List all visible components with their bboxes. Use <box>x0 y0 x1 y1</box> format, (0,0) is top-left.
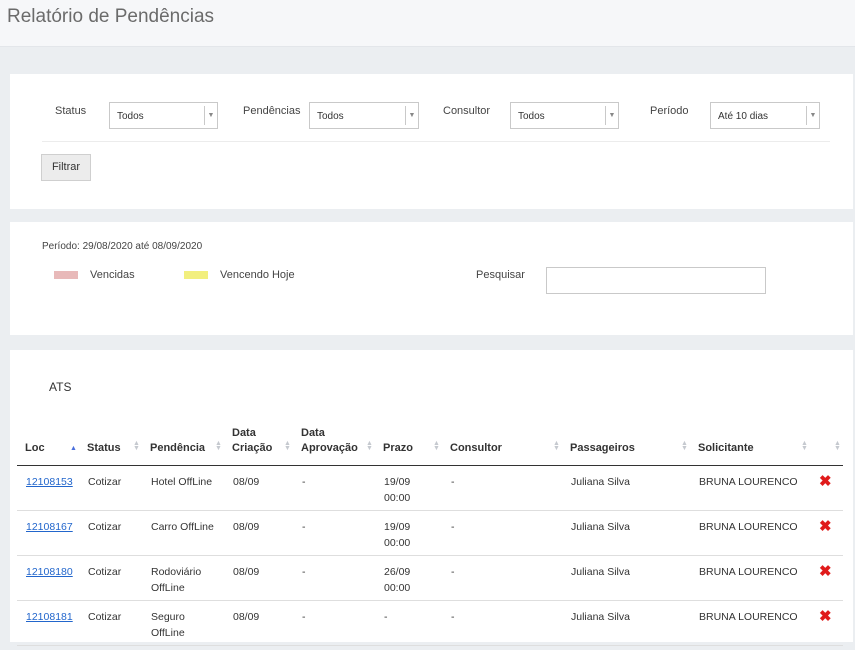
loc-link[interactable]: 12108181 <box>26 611 73 623</box>
column-header-actions[interactable]: ▲ ▼ <box>810 423 843 466</box>
cell-data-criacao: 08/09 <box>224 510 293 556</box>
cell-status: Cotizar <box>79 555 142 601</box>
pendencias-filter-value: Todos <box>317 111 344 122</box>
close-icon[interactable]: ✖ <box>819 564 832 579</box>
search-input[interactable] <box>546 267 766 294</box>
cell-pendencia: Hotel OffLine <box>142 465 224 511</box>
sort-icon: ▲ ▼ <box>366 439 373 452</box>
cell-data-criacao: 08/09 <box>224 465 293 511</box>
consultor-filter-value: Todos <box>518 111 545 122</box>
table-row: 12108167 Cotizar Carro OffLine 08/09 - 1… <box>17 510 843 556</box>
results-table: Loc ▲ Status ▲ ▼ Pendência ▲ ▼ Data Criação ▲ ▼… <box>17 423 843 646</box>
cell-prazo: 19/09 00:00 <box>375 510 442 556</box>
loc-link[interactable]: 12108180 <box>26 566 73 578</box>
table-header-row: Loc ▲ Status ▲ ▼ Pendência ▲ ▼ Data Criação ▲ ▼… <box>17 423 843 466</box>
page-title: Relatório de Pendências <box>7 6 215 27</box>
column-header-data-aprovacao[interactable]: Data Aprovação ▲ ▼ <box>293 423 375 466</box>
column-header-solicitante[interactable]: Solicitante ▲ ▼ <box>690 423 810 466</box>
table-row: 12108180 Cotizar Rodoviário OffLine 08/0… <box>17 555 843 601</box>
legend-swatch-vencidas <box>54 271 78 279</box>
cell-data-aprovacao: - <box>293 555 375 601</box>
cell-status: Cotizar <box>79 600 142 646</box>
group-title: ATS <box>49 380 72 394</box>
loc-link[interactable]: 12108167 <box>26 521 73 533</box>
cell-prazo: 19/09 00:00 <box>375 465 442 511</box>
periodo-filter-value: Até 10 dias <box>718 111 769 122</box>
close-icon[interactable]: ✖ <box>819 519 832 534</box>
cell-consultor: - <box>442 555 562 601</box>
pendencias-filter-select[interactable]: Todos ▼ <box>309 102 419 129</box>
status-filter-value: Todos <box>117 111 144 122</box>
cell-passageiros: Juliana Silva <box>562 510 690 556</box>
chevron-down-icon: ▼ <box>806 106 819 125</box>
status-filter-select[interactable]: Todos ▼ <box>109 102 218 129</box>
periodo-filter-label: Período <box>650 105 689 117</box>
column-header-consultor[interactable]: Consultor ▲ ▼ <box>442 423 562 466</box>
chevron-down-icon: ▼ <box>405 106 418 125</box>
cell-solicitante: BRUNA LOURENCO <box>690 555 810 601</box>
cell-passageiros: Juliana Silva <box>562 600 690 646</box>
pendencias-filter-label: Pendências <box>243 105 301 117</box>
cell-solicitante: BRUNA LOURENCO <box>690 465 810 511</box>
cell-status: Cotizar <box>79 465 142 511</box>
consultor-filter-label: Consultor <box>443 105 491 117</box>
cell-prazo: 26/09 00:00 <box>375 555 442 601</box>
cell-pendencia: Carro OffLine <box>142 510 224 556</box>
chevron-down-icon: ▼ <box>605 106 618 125</box>
cell-consultor: - <box>442 600 562 646</box>
cell-passageiros: Juliana Silva <box>562 555 690 601</box>
cell-data-aprovacao: - <box>293 510 375 556</box>
cell-pendencia: Rodoviário OffLine <box>142 555 224 601</box>
legend-label-vencendo-hoje: Vencendo Hoje <box>220 269 295 281</box>
cell-data-aprovacao: - <box>293 600 375 646</box>
column-header-loc[interactable]: Loc ▲ <box>17 423 79 466</box>
close-icon[interactable]: ✖ <box>819 609 832 624</box>
sort-icon: ▲ ▼ <box>433 439 440 452</box>
close-icon[interactable]: ✖ <box>819 474 832 489</box>
column-header-data-criacao[interactable]: Data Criação ▲ ▼ <box>224 423 293 466</box>
column-header-pendencia[interactable]: Pendência ▲ ▼ <box>142 423 224 466</box>
sort-icon: ▲ ▼ <box>133 439 140 452</box>
sort-icon: ▲ ▼ <box>215 439 222 452</box>
cell-consultor: - <box>442 510 562 556</box>
cell-status: Cotizar <box>79 510 142 556</box>
column-header-status[interactable]: Status ▲ ▼ <box>79 423 142 466</box>
column-header-prazo[interactable]: Prazo ▲ ▼ <box>375 423 442 466</box>
legend-label-vencidas: Vencidas <box>90 269 135 281</box>
chevron-down-icon: ▼ <box>204 106 217 125</box>
table-row: 12108153 Cotizar Hotel OffLine 08/09 - 1… <box>17 465 843 511</box>
search-label: Pesquisar <box>476 269 525 281</box>
legend-swatch-vencendo-hoje <box>184 271 208 279</box>
sort-icon: ▲ ▼ <box>801 439 808 452</box>
top-bar: Relatório de Pendências <box>0 0 855 47</box>
cell-solicitante: BRUNA LOURENCO <box>690 600 810 646</box>
cell-data-aprovacao: - <box>293 465 375 511</box>
table-row: 12108181 Cotizar Seguro OffLine 08/09 - … <box>17 600 843 646</box>
sort-icon: ▲ <box>70 444 77 452</box>
sort-icon: ▲ ▼ <box>553 439 560 452</box>
results-card: ATS Loc ▲ Status ▲ ▼ Pendência ▲ ▼ Data Criaç… <box>10 350 853 646</box>
summary-card: Período: 29/08/2020 até 08/09/2020 Venci… <box>10 222 853 335</box>
divider <box>42 141 830 142</box>
cell-pendencia: Seguro OffLine <box>142 600 224 646</box>
sort-icon: ▲ ▼ <box>834 439 841 452</box>
sort-icon: ▲ ▼ <box>284 439 291 452</box>
cell-consultor: - <box>442 465 562 511</box>
cell-prazo: - <box>375 600 442 646</box>
filter-button[interactable]: Filtrar <box>41 154 91 181</box>
filters-card: Status Todos ▼ Pendências Todos ▼ Consul… <box>10 74 853 209</box>
column-header-passageiros[interactable]: Passageiros ▲ ▼ <box>562 423 690 466</box>
period-text: Período: 29/08/2020 até 08/09/2020 <box>42 241 203 252</box>
cell-data-criacao: 08/09 <box>224 555 293 601</box>
cell-passageiros: Juliana Silva <box>562 465 690 511</box>
loc-link[interactable]: 12108153 <box>26 476 73 488</box>
periodo-filter-select[interactable]: Até 10 dias ▼ <box>710 102 820 129</box>
consultor-filter-select[interactable]: Todos ▼ <box>510 102 619 129</box>
cell-data-criacao: 08/09 <box>224 600 293 646</box>
sort-icon: ▲ ▼ <box>681 439 688 452</box>
cell-solicitante: BRUNA LOURENCO <box>690 510 810 556</box>
status-filter-label: Status <box>55 105 87 117</box>
